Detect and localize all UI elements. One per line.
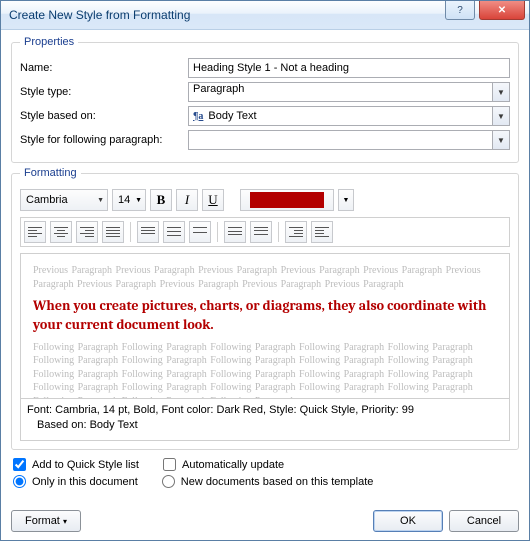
chevron-down-icon: ▼ — [97, 197, 104, 204]
based-on-label: Style based on: — [20, 110, 188, 122]
chevron-down-icon: ▼ — [343, 196, 350, 204]
format-button[interactable]: Format ▾ — [11, 510, 81, 532]
preview-pane: Previous Paragraph Previous Paragraph Pr… — [20, 253, 510, 399]
description-line-2: Based on: Body Text — [27, 418, 503, 433]
close-icon: ✕ — [498, 5, 506, 16]
based-on-select[interactable]: ¶a Body Text — [188, 106, 493, 126]
separator — [278, 222, 279, 242]
para-space-icon — [228, 227, 242, 237]
line-spacing-1-button[interactable] — [137, 221, 159, 243]
para-space-icon — [254, 227, 268, 237]
formatting-group: Formatting Cambria▼ 14▼ B I U ▼ — [11, 167, 519, 450]
separator — [217, 222, 218, 242]
font-color-select[interactable] — [240, 189, 334, 211]
indent-increase-button[interactable] — [311, 221, 333, 243]
cancel-button[interactable]: Cancel — [449, 510, 519, 532]
window-title: Create New Style from Formatting — [9, 8, 190, 22]
formatting-legend: Formatting — [20, 167, 81, 179]
only-this-document-label: Only in this document — [32, 476, 138, 488]
name-input[interactable] — [188, 58, 510, 78]
auto-update-label: Automatically update — [182, 459, 284, 471]
bold-button[interactable]: B — [150, 189, 172, 211]
chevron-down-icon: ▼ — [497, 88, 505, 97]
align-left-icon — [28, 227, 42, 237]
italic-button[interactable]: I — [176, 189, 198, 211]
help-icon: ? — [457, 5, 463, 16]
indent-increase-icon — [315, 227, 329, 237]
style-type-dropdown-button[interactable]: ▼ — [493, 82, 510, 102]
underline-button[interactable]: U — [202, 189, 224, 211]
align-center-icon — [54, 227, 68, 237]
indent-decrease-icon — [289, 227, 303, 237]
description-line-1: Font: Cambria, 14 pt, Bold, Font color: … — [27, 403, 503, 418]
menu-down-icon: ▾ — [63, 517, 67, 526]
chevron-down-icon: ▼ — [135, 197, 142, 204]
titlebar: Create New Style from Formatting ? ✕ — [1, 1, 529, 30]
style-type-select[interactable]: Paragraph — [188, 82, 493, 102]
align-right-icon — [80, 227, 94, 237]
font-size-select[interactable]: 14▼ — [112, 189, 146, 211]
following-label: Style for following paragraph: — [20, 134, 188, 146]
line-spacing-icon — [141, 227, 155, 237]
only-this-document-radio[interactable] — [13, 475, 26, 488]
font-color-dropdown-button[interactable]: ▼ — [338, 189, 354, 211]
space-before-dec-button[interactable] — [250, 221, 272, 243]
chevron-down-icon: ▼ — [497, 136, 505, 145]
following-select[interactable] — [188, 130, 493, 150]
align-justify-icon — [106, 227, 120, 237]
align-justify-button[interactable] — [102, 221, 124, 243]
close-button[interactable]: ✕ — [479, 1, 525, 20]
preview-following-text: Following Paragraph Following Paragraph … — [33, 341, 497, 399]
font-name-select[interactable]: Cambria▼ — [20, 189, 108, 211]
new-documents-radio[interactable] — [162, 475, 175, 488]
style-description: Font: Cambria, 14 pt, Bold, Font color: … — [20, 399, 510, 441]
line-spacing-2-button[interactable] — [189, 221, 211, 243]
new-documents-label: New documents based on this template — [181, 476, 374, 488]
based-on-dropdown-button[interactable]: ▼ — [493, 106, 510, 126]
separator — [130, 222, 131, 242]
space-before-inc-button[interactable] — [224, 221, 246, 243]
paragraph-style-icon: ¶a — [193, 111, 203, 122]
add-quick-style-checkbox[interactable] — [13, 458, 26, 471]
name-label: Name: — [20, 62, 188, 74]
align-center-button[interactable] — [50, 221, 72, 243]
ok-button[interactable]: OK — [373, 510, 443, 532]
style-type-label: Style type: — [20, 86, 188, 98]
indent-decrease-button[interactable] — [285, 221, 307, 243]
preview-previous-text: Previous Paragraph Previous Paragraph Pr… — [33, 264, 497, 291]
line-spacing-icon — [193, 227, 207, 237]
preview-sample-text: When you create pictures, charts, or dia… — [33, 297, 497, 335]
chevron-down-icon: ▼ — [497, 112, 505, 121]
auto-update-checkbox[interactable] — [163, 458, 176, 471]
align-right-button[interactable] — [76, 221, 98, 243]
add-quick-style-label: Add to Quick Style list — [32, 459, 139, 471]
properties-group: Properties Name: Style type: Paragraph ▼… — [11, 36, 519, 163]
line-spacing-icon — [167, 227, 181, 237]
align-left-button[interactable] — [24, 221, 46, 243]
line-spacing-15-button[interactable] — [163, 221, 185, 243]
properties-legend: Properties — [20, 36, 78, 48]
help-button[interactable]: ? — [445, 1, 475, 20]
following-dropdown-button[interactable]: ▼ — [493, 130, 510, 150]
font-color-swatch — [250, 192, 324, 208]
